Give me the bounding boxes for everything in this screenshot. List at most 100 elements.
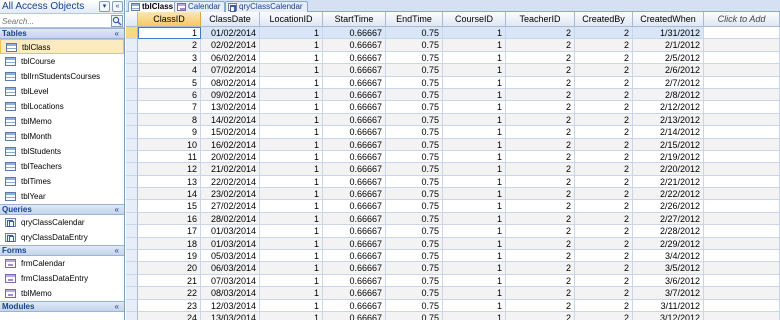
cell-classdate[interactable]: 23/02/2014: [201, 188, 260, 201]
cell-teacherid[interactable]: 2: [506, 274, 575, 288]
cell-courseid[interactable]: 1: [443, 138, 506, 151]
cell-locationid[interactable]: 1: [260, 250, 323, 263]
cell-courseid[interactable]: 1: [443, 299, 506, 312]
cell-teacherid[interactable]: 2: [506, 88, 575, 102]
cell-classid[interactable]: 4: [138, 64, 201, 77]
cell-createdby[interactable]: 2: [575, 76, 633, 89]
cell-classid[interactable]: 7: [138, 101, 201, 114]
cell-createdby[interactable]: 2: [575, 262, 633, 275]
group-title[interactable]: Tables: [2, 29, 27, 39]
cell-courseid[interactable]: 1: [443, 262, 506, 275]
cell-createdby[interactable]: 2: [575, 287, 633, 300]
cell-createdby[interactable]: 2: [575, 200, 633, 213]
cell-createdby[interactable]: 2: [575, 212, 633, 226]
navigation-pane-title[interactable]: All Access Objects: [2, 1, 84, 12]
cell-click-to-add[interactable]: [704, 262, 780, 275]
table-row[interactable]: 16 28/02/2014 1 0.66667 0.75 1 2 2 2/27/2012: [126, 212, 780, 226]
table-row[interactable]: 10 16/02/2014 1 0.66667 0.75 1 2 2 2/15/2012: [126, 138, 780, 151]
cell-endtime[interactable]: 0.75: [386, 64, 443, 77]
cell-teacherid[interactable]: 2: [506, 27, 575, 40]
table-row[interactable]: 15 27/02/2014 1 0.66667 0.75 1 2 2 2/26/2012: [126, 200, 780, 213]
cell-classid[interactable]: 3: [138, 51, 201, 65]
column-header-createdwhen[interactable]: CreatedWhen: [633, 12, 704, 27]
cell-courseid[interactable]: 1: [443, 287, 506, 300]
cell-classid[interactable]: 18: [138, 237, 201, 251]
table-row[interactable]: 11 20/02/2014 1 0.66667 0.75 1 2 2 2/19/2012: [126, 150, 780, 164]
nav-item-frmclassdataentry[interactable]: frmClassDataEntry: [0, 271, 124, 286]
cell-endtime[interactable]: 0.75: [386, 51, 443, 65]
cell-teacherid[interactable]: 2: [506, 113, 575, 127]
collapse-group-icon[interactable]: «: [115, 205, 119, 215]
cell-starttime[interactable]: 0.66667: [323, 287, 386, 300]
cell-classdate[interactable]: 13/02/2014: [201, 101, 260, 114]
cell-teacherid[interactable]: 2: [506, 225, 575, 238]
cell-courseid[interactable]: 1: [443, 188, 506, 201]
cell-click-to-add[interactable]: [704, 126, 780, 139]
cell-createdby[interactable]: 2: [575, 39, 633, 52]
cell-starttime[interactable]: 0.66667: [323, 138, 386, 151]
cell-createdby[interactable]: 2: [575, 64, 633, 77]
cell-starttime[interactable]: 0.66667: [323, 39, 386, 52]
cell-starttime[interactable]: 0.66667: [323, 126, 386, 139]
cell-classid[interactable]: 16: [138, 212, 201, 226]
cell-classid[interactable]: 11: [138, 150, 201, 164]
table-row[interactable]: 24 13/03/2014 1 0.66667 0.75 1 2 2 3/12/2012: [126, 311, 780, 320]
cell-createdby[interactable]: 2: [575, 188, 633, 201]
table-row[interactable]: 6 09/02/2014 1 0.66667 0.75 1 2 2 2/8/2012: [126, 88, 780, 102]
cell-locationid[interactable]: 1: [260, 76, 323, 89]
cell-endtime[interactable]: 0.75: [386, 237, 443, 251]
group-header-tables[interactable]: Tables «: [0, 28, 124, 39]
cell-click-to-add[interactable]: [704, 212, 780, 226]
table-row[interactable]: 18 01/03/2014 1 0.66667 0.75 1 2 2 2/29/2012: [126, 237, 780, 251]
cell-click-to-add[interactable]: [704, 225, 780, 238]
cell-click-to-add[interactable]: [704, 274, 780, 288]
nav-item-qryclassdataentry[interactable]: qryClassDataEntry: [0, 230, 124, 245]
cell-locationid[interactable]: 1: [260, 113, 323, 127]
click-to-add-column[interactable]: Click to Add: [704, 12, 780, 27]
cell-courseid[interactable]: 1: [443, 101, 506, 114]
cell-click-to-add[interactable]: [704, 76, 780, 89]
cell-locationid[interactable]: 1: [260, 51, 323, 65]
record-selector[interactable]: [126, 138, 138, 151]
cell-locationid[interactable]: 1: [260, 39, 323, 52]
cell-teacherid[interactable]: 2: [506, 287, 575, 300]
cell-starttime[interactable]: 0.66667: [323, 250, 386, 263]
cell-classdate[interactable]: 08/03/2014: [201, 287, 260, 300]
record-selector[interactable]: [126, 262, 138, 275]
cell-endtime[interactable]: 0.75: [386, 311, 443, 320]
collapse-group-icon[interactable]: «: [115, 246, 119, 256]
cell-createdwhen[interactable]: 1/31/2012: [633, 27, 704, 40]
cell-teacherid[interactable]: 2: [506, 76, 575, 89]
record-selector[interactable]: [126, 237, 138, 251]
cell-classid[interactable]: 12: [138, 163, 201, 176]
cell-endtime[interactable]: 0.75: [386, 188, 443, 201]
cell-starttime[interactable]: 0.66667: [323, 101, 386, 114]
record-selector[interactable]: [126, 101, 138, 114]
cell-createdby[interactable]: 2: [575, 88, 633, 102]
cell-endtime[interactable]: 0.75: [386, 212, 443, 226]
cell-starttime[interactable]: 0.66667: [323, 76, 386, 89]
cell-courseid[interactable]: 1: [443, 274, 506, 288]
cell-createdwhen[interactable]: 2/15/2012: [633, 138, 704, 151]
cell-courseid[interactable]: 1: [443, 163, 506, 176]
record-selector[interactable]: [126, 88, 138, 102]
cell-courseid[interactable]: 1: [443, 113, 506, 127]
cell-locationid[interactable]: 1: [260, 200, 323, 213]
cell-classdate[interactable]: 01/02/2014: [201, 27, 260, 40]
cell-createdwhen[interactable]: 3/12/2012: [633, 311, 704, 320]
cell-click-to-add[interactable]: [704, 39, 780, 52]
cell-createdby[interactable]: 2: [575, 51, 633, 65]
cell-endtime[interactable]: 0.75: [386, 27, 443, 40]
table-row[interactable]: 8 14/02/2014 1 0.66667 0.75 1 2 2 2/13/2012: [126, 113, 780, 127]
cell-click-to-add[interactable]: [704, 88, 780, 102]
cell-createdwhen[interactable]: 2/20/2012: [633, 163, 704, 176]
cell-classid[interactable]: 23: [138, 299, 201, 312]
cell-endtime[interactable]: 0.75: [386, 150, 443, 164]
record-selector[interactable]: [126, 175, 138, 189]
table-row[interactable]: 2 02/02/2014 1 0.66667 0.75 1 2 2 2/1/2012: [126, 39, 780, 52]
cell-createdwhen[interactable]: 3/6/2012: [633, 274, 704, 288]
cell-classid[interactable]: 6: [138, 88, 201, 102]
cell-courseid[interactable]: 1: [443, 175, 506, 189]
cell-classdate[interactable]: 05/03/2014: [201, 250, 260, 263]
cell-teacherid[interactable]: 2: [506, 51, 575, 65]
